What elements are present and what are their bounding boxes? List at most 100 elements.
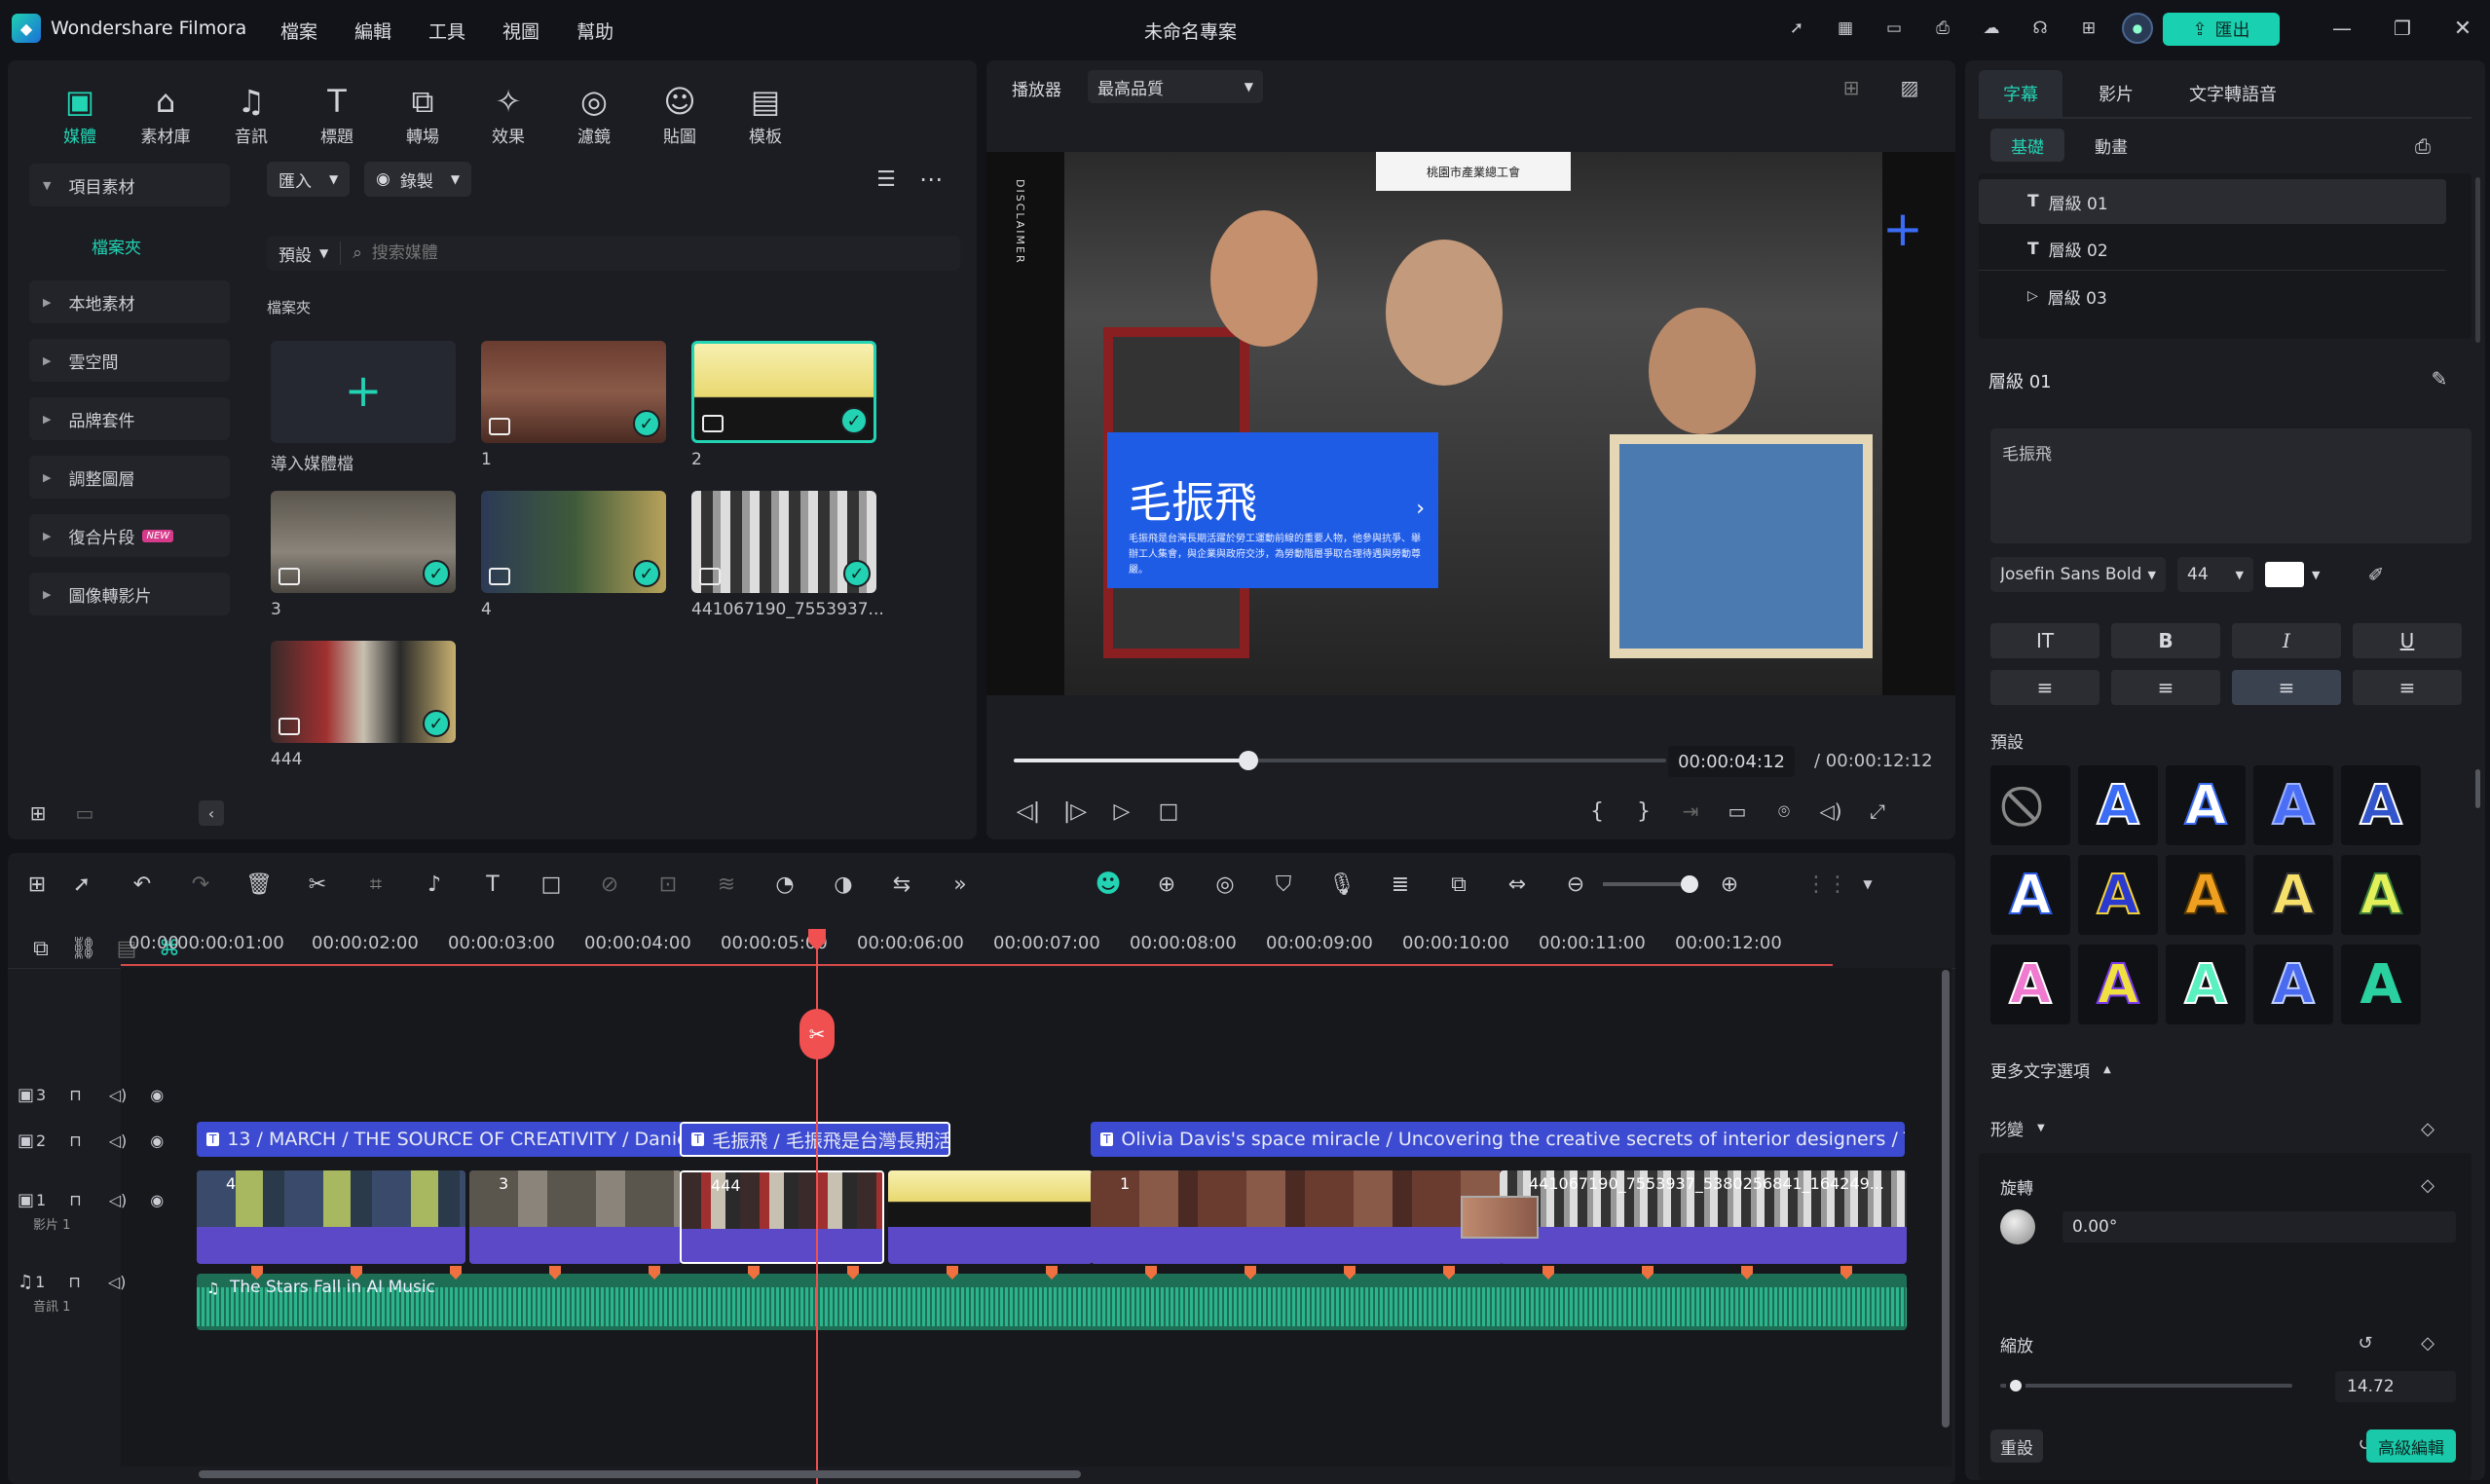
volume-icon[interactable]: ◁) bbox=[109, 1191, 128, 1209]
sidebar-item-adjustment-layer[interactable]: ▶ 調整圖層 bbox=[29, 456, 230, 499]
media-thumb-1[interactable]: ✓ bbox=[481, 341, 666, 443]
playback-progress[interactable] bbox=[1014, 751, 1666, 770]
close-icon[interactable]: ✕ bbox=[2443, 14, 2482, 43]
media-thumb-2[interactable]: ✓ bbox=[691, 341, 876, 443]
more-tools-icon[interactable]: » bbox=[941, 865, 980, 904]
beat-marker[interactable] bbox=[549, 1266, 561, 1280]
search-input[interactable] bbox=[371, 243, 956, 263]
preset-14[interactable]: A bbox=[2341, 945, 2421, 1024]
align-left-icon[interactable]: ≡ bbox=[1990, 670, 2100, 705]
eye-icon[interactable]: ◉ bbox=[150, 1086, 164, 1104]
sidebar-item-brand-kit[interactable]: ▶ 品牌套件 bbox=[29, 397, 230, 440]
undo-icon[interactable]: ↶ bbox=[123, 865, 162, 904]
lock-icon[interactable]: ⊓ bbox=[69, 1191, 81, 1209]
tab-transitions[interactable]: ⧉ 轉場 bbox=[380, 80, 465, 147]
subtab-animation[interactable]: 動畫 bbox=[2064, 129, 2158, 162]
reset-button[interactable]: 重設 bbox=[1990, 1429, 2043, 1463]
layer-item-1[interactable]: T 層級 01 bbox=[1979, 179, 2446, 224]
split-scissors-icon[interactable]: ✂ bbox=[799, 1009, 835, 1059]
video-clip-2[interactable]: 3 bbox=[469, 1170, 682, 1264]
menu-file[interactable]: 檔案 bbox=[280, 18, 317, 44]
title-clip-3[interactable]: T Olivia Davis's space miracle / Uncoveri… bbox=[1091, 1122, 1905, 1157]
import-media-tile[interactable]: + bbox=[271, 341, 456, 443]
beat-marker[interactable] bbox=[947, 1266, 958, 1280]
current-time[interactable]: 00:00:04:12 bbox=[1668, 746, 1795, 777]
transition-marker[interactable] bbox=[1461, 1196, 1539, 1239]
zoom-slider-knob[interactable] bbox=[1681, 875, 1698, 893]
prev-frame-icon[interactable]: ◁| bbox=[1012, 795, 1045, 828]
tab-titles[interactable]: T 標題 bbox=[294, 80, 380, 147]
transform-heading[interactable]: 形變 ▼ bbox=[1990, 1116, 2045, 1140]
zoom-in-icon[interactable]: ⊕ bbox=[1710, 865, 1749, 904]
tab-media[interactable]: ▣ 媒體 bbox=[37, 80, 123, 147]
headset-icon[interactable]: ☊ bbox=[2024, 12, 2057, 45]
mask-icon[interactable]: ◑ bbox=[824, 865, 863, 904]
ai-cutout-icon[interactable]: ⊘ bbox=[590, 865, 629, 904]
layout-grid-icon[interactable]: ⊞ bbox=[18, 865, 56, 904]
preset-10[interactable]: A bbox=[1990, 945, 2070, 1024]
folder-delete-icon[interactable]: ▭ bbox=[70, 798, 99, 828]
avatar[interactable]: ● bbox=[2121, 12, 2154, 45]
tab-templates[interactable]: ▤ 模板 bbox=[723, 80, 808, 147]
title-overlay[interactable]: 毛振飛 毛振飛是台灣長期活躍於勞工運動前線的重要人物，他參與抗爭、舉辦工人集會，… bbox=[1107, 432, 1438, 588]
tab-subtitle[interactable]: 字幕 bbox=[1979, 70, 2063, 117]
preset-12[interactable]: A bbox=[2166, 945, 2246, 1024]
auto-reframe-icon[interactable]: ⊕ bbox=[1147, 865, 1186, 904]
beat-marker[interactable] bbox=[1542, 1266, 1554, 1280]
snapshot-view-icon[interactable]: ▨ bbox=[1894, 72, 1925, 103]
beat-marker[interactable] bbox=[1443, 1266, 1455, 1280]
sidebar-item-compound-clip[interactable]: ▶ 復合片段 NEW bbox=[29, 514, 230, 557]
lock-icon[interactable]: ⊓ bbox=[69, 1132, 81, 1150]
play-icon[interactable]: ▷ bbox=[1105, 795, 1138, 828]
preview-canvas[interactable]: 桃園市產業總工會 DISCLAIMER 毛振飛 毛振飛是台灣長期活躍於勞工運動前… bbox=[986, 152, 1955, 695]
rotation-dial[interactable] bbox=[2000, 1209, 2035, 1244]
fit-icon[interactable]: ⇔ bbox=[1498, 865, 1537, 904]
tab-text-to-speech[interactable]: 文字轉語音 bbox=[2170, 70, 2296, 117]
subtitle-icon[interactable]: ≣ bbox=[1381, 865, 1420, 904]
align-right-icon[interactable]: ≡ bbox=[2353, 670, 2462, 705]
menu-view[interactable]: 視圖 bbox=[502, 18, 539, 44]
render-icon[interactable]: ◎ bbox=[1206, 865, 1245, 904]
media-thumb-5[interactable]: ✓ bbox=[691, 491, 876, 593]
sidebar-project-media[interactable]: ▼ 項目素材 bbox=[29, 164, 230, 206]
beat-marker[interactable] bbox=[1145, 1266, 1157, 1280]
delete-icon[interactable]: 🗑 bbox=[240, 865, 279, 904]
menu-tools[interactable]: 工具 bbox=[428, 18, 465, 44]
export-button[interactable]: ⇪ 匯出 bbox=[2163, 13, 2280, 46]
beat-marker[interactable] bbox=[1344, 1266, 1356, 1280]
split-icon[interactable]: ✂ bbox=[298, 865, 337, 904]
title-clip-1[interactable]: T 13 / MARCH / THE SOURCE OF CREATIVITY /… bbox=[197, 1122, 684, 1157]
title-clip-2[interactable]: T毛振飛 / 毛振飛是台灣長期活躍於勞工運動前... bbox=[680, 1122, 950, 1157]
text-spacing-button[interactable]: IT bbox=[1990, 623, 2100, 658]
tab-effects[interactable]: ✧ 效果 bbox=[465, 80, 551, 147]
preset-13[interactable]: A bbox=[2253, 945, 2333, 1024]
media-thumb-6[interactable]: ✓ bbox=[271, 641, 456, 743]
volume-icon[interactable]: ◁) bbox=[1814, 795, 1847, 828]
tab-filters[interactable]: ◎ 濾鏡 bbox=[551, 80, 637, 147]
mark-in-icon[interactable]: { bbox=[1580, 795, 1614, 828]
align-justify-icon[interactable]: ≡ bbox=[2232, 670, 2341, 705]
zoom-out-icon[interactable]: ⊖ bbox=[1556, 865, 1595, 904]
preset-9[interactable]: A bbox=[2341, 855, 2421, 935]
italic-button[interactable]: I bbox=[2232, 623, 2341, 658]
display-icon[interactable]: ▭ bbox=[1721, 795, 1754, 828]
new-folder-icon[interactable]: ⊞ bbox=[23, 798, 53, 828]
preset-5[interactable]: A bbox=[1990, 855, 2070, 935]
layer-item-2[interactable]: T 層級 02 bbox=[1979, 228, 2446, 271]
work-area-bar[interactable] bbox=[121, 964, 1833, 966]
advanced-edit-button[interactable]: 高級編輯 bbox=[2366, 1429, 2456, 1463]
beat-marker[interactable] bbox=[1840, 1266, 1852, 1280]
save-preset-icon[interactable]: ⎙ bbox=[2407, 130, 2438, 162]
eye-icon[interactable]: ◉ bbox=[150, 1132, 164, 1150]
media-thumb-3[interactable]: ✓ bbox=[271, 491, 456, 593]
text-tool-icon[interactable]: T bbox=[473, 865, 512, 904]
beat-marker[interactable] bbox=[450, 1266, 462, 1280]
grid-view-icon[interactable]: ⊞ bbox=[1836, 72, 1867, 103]
rotation-input[interactable]: 0.00° bbox=[2063, 1211, 2456, 1243]
import-dropdown[interactable]: 匯入 ▼ bbox=[267, 162, 351, 197]
preset-6[interactable]: A bbox=[2078, 855, 2158, 935]
audio-icon[interactable]: ♪ bbox=[415, 865, 454, 904]
scale-slider[interactable] bbox=[2000, 1376, 2292, 1395]
beat-marker[interactable] bbox=[1642, 1266, 1654, 1280]
chevron-down-icon[interactable]: ▼ bbox=[1848, 865, 1887, 904]
